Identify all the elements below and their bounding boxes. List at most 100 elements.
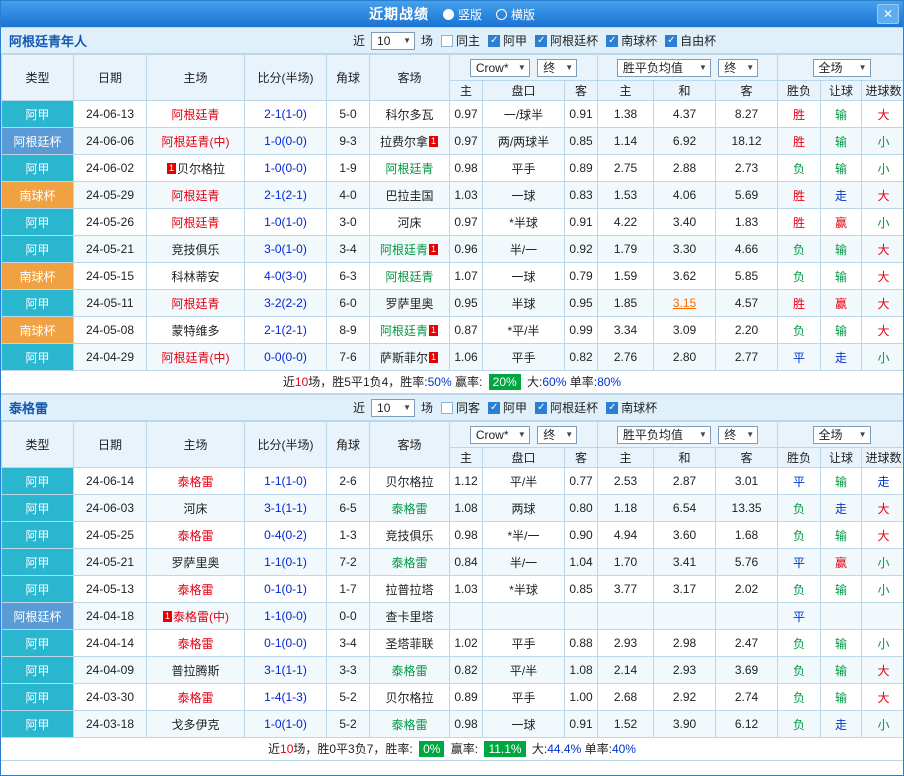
- avg-final-select-0[interactable]: 终 ▼: [718, 59, 758, 77]
- team-name: 泰格雷: [391, 502, 427, 516]
- cell-avg-away: 4.66: [716, 236, 778, 263]
- competition-checkbox[interactable]: 南球杯: [606, 32, 657, 49]
- cell-avg-draw: 6.54: [654, 495, 716, 522]
- cell-odds-away: 0.85: [565, 576, 598, 603]
- cell-avg-home: 1.14: [598, 128, 654, 155]
- match-row: 阿甲24-05-21罗萨里奥1-1(0-1)7-2泰格雷0.84半/一1.041…: [2, 549, 904, 576]
- team-name: 普拉腾斯: [171, 664, 219, 678]
- cell-avg-home: 1.79: [598, 236, 654, 263]
- avg-type-select-0[interactable]: 胜平负均值 ▼: [617, 59, 711, 77]
- cell-avg-away: 18.12: [716, 128, 778, 155]
- cell-result: 胜: [778, 182, 821, 209]
- cell-avg-home: 2.68: [598, 684, 654, 711]
- rate-badge: 11.1%: [484, 741, 525, 757]
- cell-league: 南球杯: [2, 263, 74, 290]
- sub-avg-draw: 和: [654, 81, 716, 101]
- radio-horizontal-layout[interactable]: 横版: [496, 6, 535, 23]
- cell-avg-home: [598, 603, 654, 630]
- chevron-down-icon: ▼: [859, 430, 867, 439]
- competition-checkbox[interactable]: 阿甲: [488, 399, 527, 416]
- cell-score: 1-1(1-0): [245, 468, 327, 495]
- near-label: 近: [353, 399, 365, 416]
- cell-date: 24-06-06: [74, 128, 147, 155]
- chevron-down-icon: ▼: [746, 63, 754, 72]
- match-row: 阿甲24-05-13泰格雷0-1(0-1)1-7拉普拉塔1.03*半球0.853…: [2, 576, 904, 603]
- competition-checkbox[interactable]: 阿根廷杯: [535, 399, 598, 416]
- competition-checkbox[interactable]: 同客: [441, 399, 480, 416]
- cell-avg-home: 2.93: [598, 630, 654, 657]
- cell-goals-result: 小: [862, 344, 904, 371]
- team-name: 蒙特维多: [171, 324, 219, 338]
- col-away: 客场: [370, 55, 450, 101]
- cell-handicap: 一/球半: [483, 101, 565, 128]
- cell-avg-home: 3.34: [598, 317, 654, 344]
- near-label: 近: [353, 32, 365, 49]
- odds-final-select-0[interactable]: 终 ▼: [537, 59, 577, 77]
- cell-avg-away: 3.69: [716, 657, 778, 684]
- cell-avg-away: 13.35: [716, 495, 778, 522]
- cell-score: 1-0(0-0): [245, 128, 327, 155]
- team-name: 拉普拉塔: [385, 583, 433, 597]
- radio-vertical-label: 竖版: [458, 6, 482, 23]
- cell-result: 平: [778, 549, 821, 576]
- cell-corners: 7-6: [327, 344, 370, 371]
- chevron-down-icon: ▼: [518, 430, 526, 439]
- cell-away-team: 贝尔格拉: [370, 468, 450, 495]
- avg-final-select-1[interactable]: 终 ▼: [718, 426, 758, 444]
- cell-avg-home: 1.85: [598, 290, 654, 317]
- radio-vertical-layout[interactable]: 竖版: [443, 6, 482, 23]
- competition-checkbox[interactable]: 阿甲: [488, 32, 527, 49]
- cell-score: 2-1(1-0): [245, 101, 327, 128]
- cell-goals-result: 大: [862, 236, 904, 263]
- cell-handicap: 平手: [483, 155, 565, 182]
- odds-company-select-0[interactable]: Crow* ▼: [470, 59, 530, 77]
- scope-select-1[interactable]: 全场 ▼: [813, 426, 871, 444]
- team-name: 阿根廷青: [380, 243, 428, 257]
- competition-checkbox[interactable]: 同主: [441, 32, 480, 49]
- cell-odds-away: 0.77: [565, 468, 598, 495]
- match-count-select-1[interactable]: 10 ▼: [371, 399, 415, 417]
- competition-checkbox[interactable]: 南球杯: [606, 399, 657, 416]
- cell-result: 平: [778, 344, 821, 371]
- rate-badge: 0%: [419, 741, 444, 757]
- cell-league: 阿甲: [2, 549, 74, 576]
- cell-odds-home: 1.03: [450, 576, 483, 603]
- cell-league: 阿根廷杯: [2, 128, 74, 155]
- match-count-select-0[interactable]: 10 ▼: [371, 32, 415, 50]
- cell-avg-draw: 2.98: [654, 630, 716, 657]
- odds-final-select-1[interactable]: 终 ▼: [537, 426, 577, 444]
- competition-checkbox[interactable]: 自由杯: [665, 32, 716, 49]
- cell-avg-draw: 3.62: [654, 263, 716, 290]
- cell-result: 负: [778, 495, 821, 522]
- cell-handicap: *平/半: [483, 317, 565, 344]
- cell-goals-result: 大: [862, 317, 904, 344]
- cell-odds-home: 0.97: [450, 128, 483, 155]
- odds-company-select-1[interactable]: Crow* ▼: [470, 426, 530, 444]
- close-button[interactable]: ✕: [877, 4, 899, 24]
- cell-score: 1-0(0-0): [245, 155, 327, 182]
- cell-handicap-result: 输: [821, 657, 862, 684]
- cell-score: 2-1(2-1): [245, 182, 327, 209]
- checkbox-label: 同客: [456, 399, 480, 416]
- cell-goals-result: 走: [862, 468, 904, 495]
- summary-1: 近10场，胜0平3负7，胜率: 0% 赢率: 11.1% 大:44.4% 单率:…: [1, 738, 903, 761]
- checkbox-checked-icon: [606, 402, 618, 414]
- cell-odds-home: 1.02: [450, 630, 483, 657]
- scope-select-0[interactable]: 全场 ▼: [813, 59, 871, 77]
- cell-goals-result: 大: [862, 522, 904, 549]
- team-name: 阿根廷青(中): [162, 135, 230, 149]
- cell-league: 阿根廷杯: [2, 603, 74, 630]
- cell-avg-away: 8.27: [716, 101, 778, 128]
- avg-type-select-1[interactable]: 胜平负均值 ▼: [617, 426, 711, 444]
- cell-date: 24-05-21: [74, 236, 147, 263]
- cell-corners: 1-7: [327, 576, 370, 603]
- cell-odds-away: 1.04: [565, 549, 598, 576]
- team-name: 泰格雷: [391, 556, 427, 570]
- radio-unselected-icon: [496, 9, 507, 20]
- cell-handicap-result: 输: [821, 684, 862, 711]
- competition-checkbox[interactable]: 阿根廷杯: [535, 32, 598, 49]
- summary-text: 50%: [428, 375, 452, 389]
- cell-avg-away: 5.76: [716, 549, 778, 576]
- sub-handicap-result: 让球: [821, 448, 862, 468]
- summary-text: 近: [268, 742, 280, 756]
